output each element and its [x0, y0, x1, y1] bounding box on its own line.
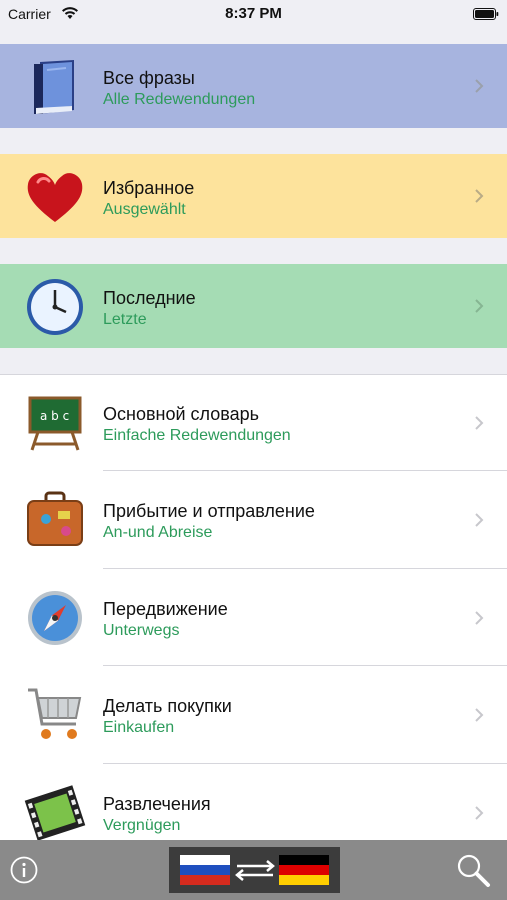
row-recent[interactable]: Последние Letzte: [0, 264, 507, 348]
category-shopping[interactable]: Делать покупки Einkaufen: [0, 666, 507, 764]
row-title: Передвижение: [103, 599, 228, 619]
row-subtitle: Alle Redewendungen: [103, 91, 256, 108]
heart-icon: [27, 173, 83, 222]
row-subtitle: Letzte: [103, 311, 147, 328]
chevron-right-icon: [475, 513, 484, 527]
status-time: 8:37 PM: [225, 5, 282, 22]
russian-german-flags-icon: [180, 855, 329, 885]
chevron-right-icon: [475, 299, 484, 313]
row-title: Развлечения: [103, 794, 211, 814]
category-entertainment[interactable]: Развлечения Vergnügen: [0, 764, 507, 840]
row-title: Избранное: [103, 178, 195, 198]
book-icon: [34, 60, 74, 114]
row-subtitle: Einfache Redewendungen: [103, 427, 291, 444]
row-subtitle: Unterwegs: [103, 622, 180, 639]
status-bar: Carrier 8:37 PM: [0, 0, 507, 28]
bottom-toolbar: [0, 840, 507, 900]
category-arrival-departure[interactable]: Прибытие и отправление An-und Abreise: [0, 471, 507, 569]
chevron-right-icon: [475, 806, 484, 820]
row-favorites[interactable]: Избранное Ausgewählt: [0, 154, 507, 238]
row-title: Последние: [103, 288, 196, 308]
row-title: Все фразы: [103, 68, 195, 88]
suitcase-icon: [27, 491, 83, 546]
chevron-right-icon: [475, 189, 484, 203]
shopping-cart-icon: [28, 688, 82, 739]
row-subtitle: Vergnügen: [103, 817, 181, 834]
row-subtitle: Ausgewählt: [103, 201, 186, 218]
chalkboard-icon: a b c: [28, 396, 82, 451]
chevron-right-icon: [475, 611, 484, 625]
chevron-right-icon: [475, 416, 484, 430]
clock-icon: [27, 279, 83, 335]
compass-icon: [28, 591, 82, 645]
film-strip-icon: [24, 785, 86, 840]
row-all-phrases[interactable]: Все фразы Alle Redewendungen: [0, 44, 507, 128]
battery-icon: [473, 8, 499, 20]
chevron-right-icon: [475, 79, 484, 93]
row-title: Делать покупки: [103, 696, 232, 716]
svg-text:a b c: a b c: [40, 409, 69, 423]
info-icon[interactable]: [10, 856, 38, 884]
row-subtitle: An-und Abreise: [103, 524, 213, 541]
category-getting-around[interactable]: Передвижение Unterwegs: [0, 569, 507, 666]
category-basic-vocabulary[interactable]: a b c Основной словарь Einfache Redewend…: [0, 374, 507, 471]
search-icon[interactable]: [455, 852, 491, 888]
chevron-right-icon: [475, 708, 484, 722]
row-title: Прибытие и отправление: [103, 501, 315, 521]
row-title: Основной словарь: [103, 404, 259, 424]
row-subtitle: Einkaufen: [103, 719, 175, 736]
language-switch-button[interactable]: [169, 847, 340, 893]
